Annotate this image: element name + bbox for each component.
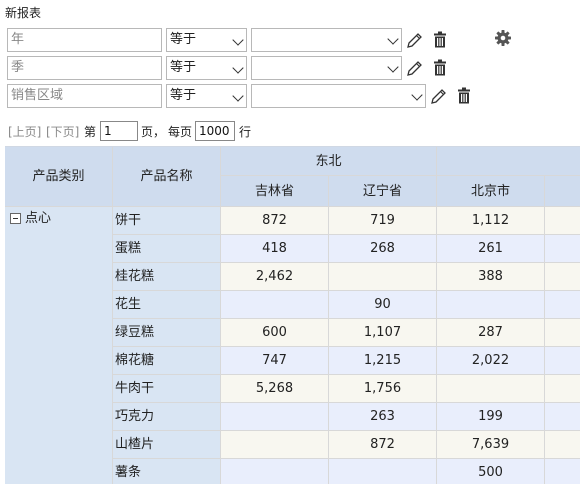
value-cell: 263 [329,403,437,431]
filter-operator-region[interactable]: 等于 [166,84,247,108]
product-name-cell: 巧克力 [113,403,221,431]
trash-icon[interactable] [455,86,473,106]
filter-operator-year[interactable]: 等于 [166,28,247,52]
value-cell: 199 [437,403,545,431]
value-cell: 719 [329,207,437,235]
chevron-down-icon [387,33,399,45]
value-cell: 500 [437,459,545,484]
value-cell [437,291,545,319]
pencil-icon[interactable] [405,58,423,78]
value-cell: 261 [437,235,545,263]
value-cell: 2,022 [437,347,545,375]
value-cell: 1,215 [329,347,437,375]
value-cell [545,459,580,484]
product-name-cell: 桂花糕 [113,263,221,291]
chevron-down-icon [387,61,399,73]
collapse-icon[interactable] [10,213,21,224]
value-cell: 268 [329,235,437,263]
filter-value-quarter[interactable] [251,56,402,80]
page-prefix: 第 [84,125,97,139]
per-page-input[interactable]: 1000 [195,121,235,141]
product-name-cell: 牛肉干 [113,375,221,403]
value-cell: 1,107 [329,319,437,347]
value-cell: 2,462 [221,263,329,291]
row-suffix: 行 [239,125,252,139]
value-cell: 418 [221,235,329,263]
pencil-icon[interactable] [405,30,423,50]
value-cell: 388 [437,263,545,291]
pencil-icon[interactable] [429,86,447,106]
value-cell: 1,112 [437,207,545,235]
header-city: 北京市 [437,176,545,207]
page-number-input[interactable]: 1 [100,121,138,141]
category-group: 点心 [5,207,113,484]
product-name-cell: 花生 [113,291,221,319]
value-cell: 600 [221,319,329,347]
page-suffix: 页， [141,125,166,139]
product-name-cell: 山楂片 [113,431,221,459]
value-cell [329,263,437,291]
value-cell [545,263,580,291]
filter-field-year[interactable]: 年 [7,28,162,52]
value-cell [329,459,437,484]
per-page-label: 每页 [168,125,193,139]
category-label: 点心 [25,211,52,226]
value-cell [221,459,329,484]
chevron-down-icon [411,89,423,101]
filter-field-region[interactable]: 销售区域 [7,84,162,108]
value-cell: 872 [221,207,329,235]
value-cell [545,347,580,375]
value-cell: 5,268 [221,375,329,403]
value-cell [545,403,580,431]
value-cell [545,207,580,235]
value-cell: 90 [329,291,437,319]
header-region: 东北 [221,147,437,176]
value-cell: 7,639 [437,431,545,459]
product-name-cell: 蛋糕 [113,235,221,263]
value-cell [545,375,580,403]
header-region-next [437,147,580,176]
filter-value-year[interactable] [251,28,402,52]
value-cell: 872 [329,431,437,459]
filter-operator-value: 等于 [170,60,197,75]
value-cell: 287 [437,319,545,347]
pivot-table: 产品类别产品名称东北吉林省辽宁省北京市天点心饼干8727191,112蛋糕418… [5,146,580,484]
next-page-link[interactable]: [下页] [46,123,79,140]
value-cell: 1,756 [329,375,437,403]
trash-icon[interactable] [431,30,449,50]
value-cell [221,431,329,459]
value-cell: 747 [221,347,329,375]
value-cell [545,319,580,347]
chevron-down-icon [232,62,244,74]
filter-field-quarter[interactable]: 季 [7,56,162,80]
product-name-cell: 棉花糖 [113,347,221,375]
chevron-down-icon [232,90,244,102]
header-product: 产品名称 [113,147,221,207]
value-cell [545,431,580,459]
header-city: 辽宁省 [329,176,437,207]
trash-icon[interactable] [431,58,449,78]
value-cell [221,291,329,319]
chevron-down-icon [232,34,244,46]
product-name-cell: 薯条 [113,459,221,484]
gear-icon[interactable] [494,29,512,47]
value-cell [221,403,329,431]
value-cell [545,235,580,263]
value-cell [545,291,580,319]
report-title: 新报表 [5,6,42,20]
header-city: 天 [545,176,580,207]
header-category: 产品类别 [5,147,113,207]
filter-operator-quarter[interactable]: 等于 [166,56,247,80]
product-name-cell: 绿豆糕 [113,319,221,347]
filter-operator-value: 等于 [170,32,197,47]
value-cell [437,375,545,403]
product-name-cell: 饼干 [113,207,221,235]
header-city: 吉林省 [221,176,329,207]
filter-operator-value: 等于 [170,88,197,103]
prev-page-link[interactable]: [上页] [8,123,41,140]
filter-value-region[interactable] [251,84,426,108]
